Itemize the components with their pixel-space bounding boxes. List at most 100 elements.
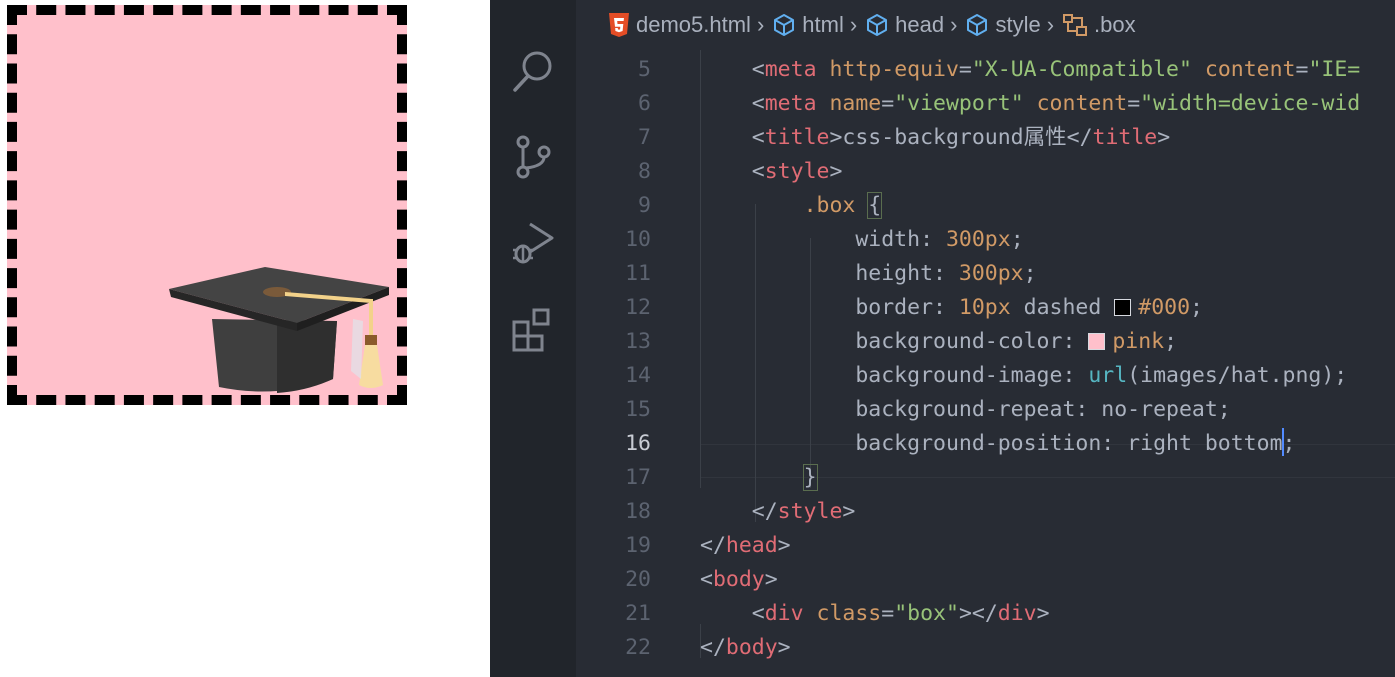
code-token: < [751,159,765,184]
code-line[interactable]: 19 </head> [576,529,1395,563]
code-token: meta [764,57,817,82]
code-token: "width=device-wid [1140,91,1361,116]
code-token: div [997,601,1037,626]
selector-icon [1063,14,1088,36]
code-token: title [1092,125,1158,150]
code-token: = [958,57,972,82]
breadcrumb-label: head [895,12,945,37]
chevron-right-icon: › [950,12,958,37]
line-number: 11 [625,261,651,286]
line-number: 6 [638,91,651,116]
code-token: .box [803,193,856,218]
code-token: pink [1112,329,1165,354]
code-line[interactable]: 13 background-color: pink; [576,325,1395,359]
code-token: > [1036,601,1050,626]
code-editor: 4 <meta charset="UTF-8">5 <meta http-equ… [490,0,1395,677]
code-line[interactable]: 6 <meta name="viewport" content="width=d… [576,87,1395,121]
code-line[interactable]: 22 </body> [576,631,1395,665]
code-token: background-color [855,329,1063,354]
code-token: class [816,601,882,626]
code-token: > [777,635,791,660]
chevron-right-icon: › [849,12,858,37]
code-text: <style> [700,155,843,189]
search-icon[interactable] [510,48,556,94]
code-token: > [777,533,791,558]
code-text: <div class="box"></div> [700,597,1050,631]
code-token: 300px [945,227,1011,252]
code-line[interactable]: 9 .box { [576,189,1395,223]
line-number: 8 [638,159,651,184]
code-token: < [700,567,713,592]
code-line[interactable]: 21 <div class="box"></div> [576,597,1395,631]
code-token: = [881,601,895,626]
code-token: meta [764,91,817,116]
code-token: body [725,635,778,660]
code-text: </body> [700,631,791,665]
code-token: ; [1010,227,1024,252]
source-control-icon[interactable] [510,134,556,180]
code-line[interactable]: 14 background-image: url(images/hat.png)… [576,359,1395,393]
breadcrumb-item-file[interactable]: demo5.html [608,12,751,38]
code-line[interactable]: 7 <title>css-background属性</title> [576,121,1395,155]
color-swatch[interactable] [1114,299,1132,316]
breadcrumb-item-head[interactable]: head [865,12,944,38]
code-text: background-position: right bottom; [700,427,1295,461]
code-token: : no-repeat; [1075,397,1231,422]
line-number: 14 [625,363,651,388]
demo-box [7,5,407,405]
code-token: "X-UA-Compatible" [971,57,1192,82]
code-line[interactable]: 15 background-repeat: no-repeat; [576,393,1395,427]
code-text: <body> [700,563,778,597]
code-line[interactable]: 20 <body> [576,563,1395,597]
code-token: : [933,261,959,286]
code-line[interactable]: 5 <meta http-equiv="X-UA-Compatible" con… [576,53,1395,87]
code-line[interactable]: 12 border: 10px dashed #000; [576,291,1395,325]
code-token: ; [1164,329,1178,354]
code-line[interactable]: 16 background-position: right bottom; [576,427,1395,461]
code-token: < [751,601,765,626]
code-token: title [764,125,830,150]
code-token: { [867,192,883,219]
code-area[interactable]: 4 <meta charset="UTF-8">5 <meta http-equ… [576,34,1395,677]
code-text: .box { [700,189,883,223]
files-icon[interactable] [510,0,556,10]
code-token: style [777,499,843,524]
code-text: border: 10px dashed #000; [700,291,1203,325]
code-token: : [1062,363,1089,388]
code-token: background-position [855,431,1102,456]
code-token: #000 [1138,295,1191,320]
breadcrumb-item-selector[interactable]: .box [1062,12,1136,38]
breadcrumb-item-html[interactable]: html [772,12,844,38]
code-token: dashed [1010,295,1115,320]
code-token: background-repeat [855,397,1076,422]
code-line[interactable]: 17 } [576,461,1395,495]
color-swatch[interactable] [1088,333,1106,350]
code-token: > [1157,125,1171,150]
code-text: width: 300px; [700,223,1024,257]
code-text: </style> [700,495,856,529]
code-text: </head> [700,529,791,563]
code-token: ; [1190,295,1203,320]
code-line[interactable]: 11 height: 300px; [576,257,1395,291]
breadcrumb-item-style[interactable]: style [965,12,1041,38]
extensions-icon[interactable] [510,308,556,354]
code-line[interactable]: 10 width: 300px; [576,223,1395,257]
line-number: 10 [625,227,651,252]
code-token: style [764,159,830,184]
code-line[interactable]: 8 <style> [576,155,1395,189]
run-debug-icon[interactable] [510,218,556,264]
code-line[interactable]: 18 </style> [576,495,1395,529]
line-number: 19 [625,533,651,558]
